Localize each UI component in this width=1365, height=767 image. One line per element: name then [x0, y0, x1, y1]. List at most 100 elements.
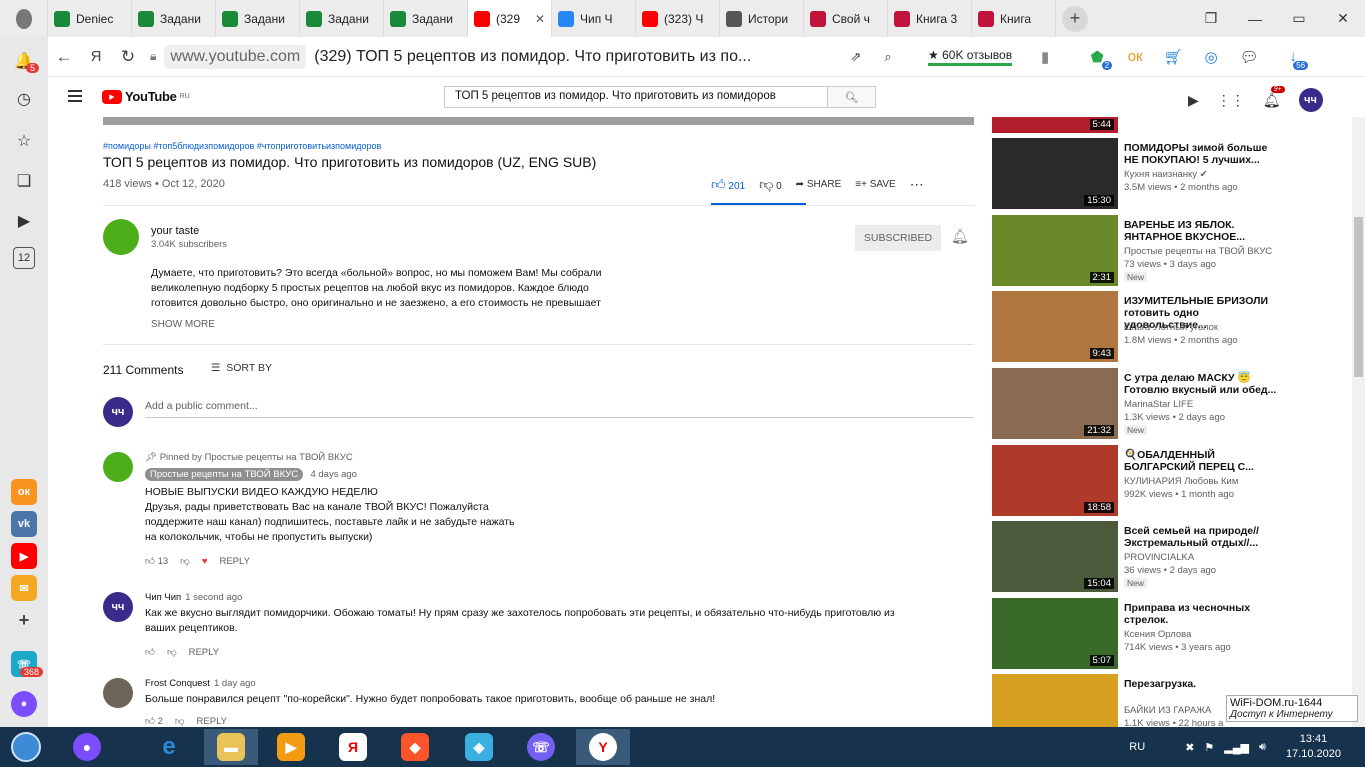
scrollbar-thumb[interactable] — [1354, 217, 1363, 377]
comment-time[interactable]: 1 day ago — [214, 678, 256, 689]
url-field[interactable]: 🔒︎ www.youtube.com (329) ТОП 5 рецептов … — [150, 42, 840, 72]
vk-icon[interactable]: vk — [11, 511, 37, 537]
share-page-icon[interactable]: ⇗ — [840, 41, 872, 73]
odnoklassniki-ext-icon[interactable]: ок — [1120, 42, 1150, 72]
video-thumbnail[interactable]: 5:07 — [992, 598, 1118, 669]
browser-menu-button[interactable] — [0, 0, 48, 37]
taskbar-ie[interactable]: e — [142, 729, 196, 765]
comment-like-button[interactable]: 👍︎ 2 — [145, 715, 163, 727]
comment-author[interactable]: Чип Чип — [145, 592, 181, 603]
search-button[interactable]: 🔍︎ — [827, 87, 875, 107]
history-icon[interactable]: ◷ — [10, 85, 38, 113]
add-comment-input[interactable]: Add a public comment... — [145, 400, 974, 418]
taskbar-alice[interactable]: ● — [60, 729, 114, 765]
reply-button[interactable]: REPLY — [219, 556, 249, 567]
like-button[interactable]: 👍︎ 201 — [711, 176, 745, 193]
taskbar-explorer[interactable]: ▬ — [204, 729, 258, 765]
video-thumbnail[interactable]: 15:30 — [992, 138, 1118, 209]
reply-button[interactable]: REPLY — [189, 647, 219, 658]
more-actions-icon[interactable]: ⋯ — [910, 176, 924, 193]
cart-icon[interactable]: 🛒︎ — [1158, 42, 1188, 72]
video-thumbnail[interactable]: 9:43 — [992, 291, 1118, 362]
browser-tab[interactable]: Задани — [384, 0, 468, 37]
media-player-icon[interactable]: ▶ — [10, 207, 38, 235]
browser-tab[interactable]: (323) Ч — [636, 0, 720, 37]
save-button[interactable]: ≡+ SAVE — [855, 179, 895, 190]
recommended-video[interactable]: 9:43 ИЗУМИТЕЛЬНЫЕ БРИЗОЛИ готовить одно у… — [992, 291, 1352, 363]
guide-menu-icon[interactable] — [68, 90, 82, 102]
video-thumbnail[interactable] — [992, 674, 1118, 727]
browser-tab[interactable]: Свой ч — [804, 0, 888, 37]
recommended-video[interactable]: 18:58 🍳ОБАЛДЕННЫЙ БОЛГАРСКИЙ ПЕРЕЦ С... КУ… — [992, 445, 1352, 517]
restore-button[interactable]: ▭ — [1277, 0, 1321, 37]
tab-count-icon[interactable]: 12 — [13, 247, 35, 269]
reviews-badge[interactable]: ★ 60K отзывов — [928, 48, 1013, 66]
recommended-video[interactable]: 15:04 Всей семьей на природе// Экстремаль… — [992, 521, 1352, 593]
tabs-overview-icon[interactable]: ❐ — [1189, 0, 1233, 37]
recommended-video[interactable]: 21:32 С утра делаю МАСКУ 😇 Готовлю вкусны… — [992, 368, 1352, 440]
subscribed-button[interactable]: SUBSCRIBED — [855, 225, 941, 251]
comment-like-button[interactable]: 👍︎ 13 — [145, 555, 168, 567]
downloads-icon[interactable]: ↓ 56 — [1278, 42, 1309, 72]
messages-ext-icon[interactable]: 💬︎ — [1234, 42, 1264, 72]
signal-icon[interactable]: ▂▄▆ — [1224, 741, 1249, 754]
start-button[interactable] — [4, 729, 48, 765]
sort-by-button[interactable]: ☰ SORT BY — [211, 362, 272, 374]
page-search-icon[interactable]: ⌕ — [872, 41, 904, 73]
video-thumbnail[interactable]: 18:58 — [992, 445, 1118, 516]
commenter-avatar[interactable] — [103, 452, 133, 482]
browser-tab[interactable]: Задани — [132, 0, 216, 37]
taskbar-yandex[interactable]: Я — [326, 729, 380, 765]
close-window-button[interactable]: ✕ — [1321, 0, 1365, 37]
reply-button[interactable]: REPLY — [197, 716, 227, 727]
bookmarks-icon[interactable]: ☆ — [10, 127, 38, 155]
shield-extension-icon[interactable]: ⬟ 2 — [1082, 42, 1113, 72]
back-button[interactable]: ← — [48, 41, 80, 73]
reload-button[interactable]: ↻ — [112, 41, 144, 73]
commenter-avatar[interactable]: чч — [103, 592, 133, 622]
share-button[interactable]: ➦ SHARE — [796, 179, 842, 190]
recommended-video[interactable]: 5:44 — [992, 117, 1352, 134]
browser-tab[interactable]: Deniec — [48, 0, 132, 37]
commenter-avatar[interactable] — [103, 678, 133, 708]
taskbar-yandex-browser[interactable]: Y — [576, 729, 630, 765]
comment-time[interactable]: 1 second ago — [185, 592, 242, 603]
flag-icon[interactable]: ⚑ — [1204, 741, 1214, 754]
create-video-icon[interactable]: ▶︎ — [1188, 92, 1199, 109]
comment-dislike-button[interactable]: 👎︎ — [167, 646, 177, 658]
language-indicator[interactable]: RU — [1129, 741, 1145, 753]
taskbar-app[interactable]: ◈ — [452, 729, 506, 765]
recommended-video[interactable]: 2:31 ВАРЕНЬЕ ИЗ ЯБЛОК. ЯНТАРНОЕ ВКУСНОЕ..… — [992, 215, 1352, 287]
video-player-bottom[interactable] — [103, 117, 974, 125]
video-thumbnail[interactable]: 15:04 — [992, 521, 1118, 592]
taskbar-brave[interactable]: ◆ — [388, 729, 442, 765]
network-error-icon[interactable]: ✖ — [1185, 741, 1194, 754]
video-thumbnail[interactable]: 2:31 — [992, 215, 1118, 286]
video-hashtags[interactable]: #помидоры #топ5блюдизпомидоров #чтоприго… — [103, 141, 381, 151]
bookmark-icon[interactable]: ▮ — [1030, 42, 1060, 72]
comment-like-button[interactable]: 👍︎ — [145, 646, 155, 658]
translate-ext-icon[interactable]: ◎ — [1196, 42, 1226, 72]
odnoklassniki-icon[interactable]: ок — [11, 479, 37, 505]
page-scrollbar[interactable] — [1352, 117, 1365, 727]
search-input[interactable]: ТОП 5 рецептов из помидор. Что приготови… — [445, 87, 827, 107]
new-tab-button[interactable]: + — [1062, 5, 1088, 32]
alice-icon[interactable]: ● — [11, 691, 37, 717]
comment-dislike-button[interactable]: 👎︎ — [175, 715, 185, 727]
collections-icon[interactable]: ❏ — [10, 167, 38, 195]
mail-icon[interactable]: ✉ — [11, 575, 37, 601]
minimize-button[interactable]: — — [1233, 0, 1277, 37]
yandex-icon[interactable]: Я — [80, 41, 112, 73]
dislike-button[interactable]: 👎︎ 0 — [759, 176, 782, 193]
taskbar-media[interactable]: ▶ — [264, 729, 318, 765]
youtube-logo[interactable]: ▶ YouTube RU — [102, 89, 190, 104]
taskbar-viber[interactable]: ☏ — [514, 729, 568, 765]
comment-author-chip[interactable]: Простые рецепты на ТВОЙ ВКУС — [145, 468, 304, 481]
browser-tab[interactable]: (329 ✕ — [468, 0, 552, 37]
comment-author[interactable]: Frost Conquest — [145, 678, 210, 689]
recommended-video[interactable]: 5:07 Приправа из чесночных стрелок. Ксения… — [992, 598, 1352, 670]
youtube-app-icon[interactable]: ▶ — [11, 543, 37, 569]
browser-tab[interactable]: Книга — [972, 0, 1056, 37]
comment-time[interactable]: 4 days ago — [310, 469, 356, 480]
browser-tab[interactable]: Задани — [216, 0, 300, 37]
